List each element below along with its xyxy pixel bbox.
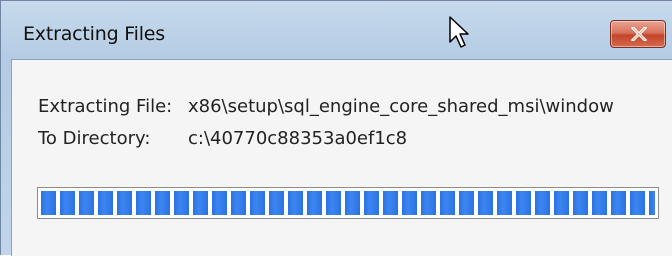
to-directory-label: To Directory: xyxy=(38,128,151,149)
title-bar[interactable]: Extracting Files xyxy=(1,1,672,57)
close-button[interactable] xyxy=(610,20,666,48)
window-title: Extracting Files xyxy=(23,23,165,45)
extract-dialog-window: Extracting Files Extracting File: x86\se… xyxy=(0,0,672,256)
dialog-body: Extracting File: x86\setup\sql_engine_co… xyxy=(11,59,672,256)
mouse-pointer-icon xyxy=(449,16,473,54)
extracting-file-label: Extracting File: xyxy=(38,96,173,117)
close-icon xyxy=(631,27,647,41)
extraction-progress-bar xyxy=(37,187,659,219)
progress-fill xyxy=(41,191,655,215)
extracting-file-value: x86\setup\sql_engine_core_shared_msi\win… xyxy=(188,96,614,117)
to-directory-value: c:\40770c88353a0ef1c8 xyxy=(188,128,408,149)
